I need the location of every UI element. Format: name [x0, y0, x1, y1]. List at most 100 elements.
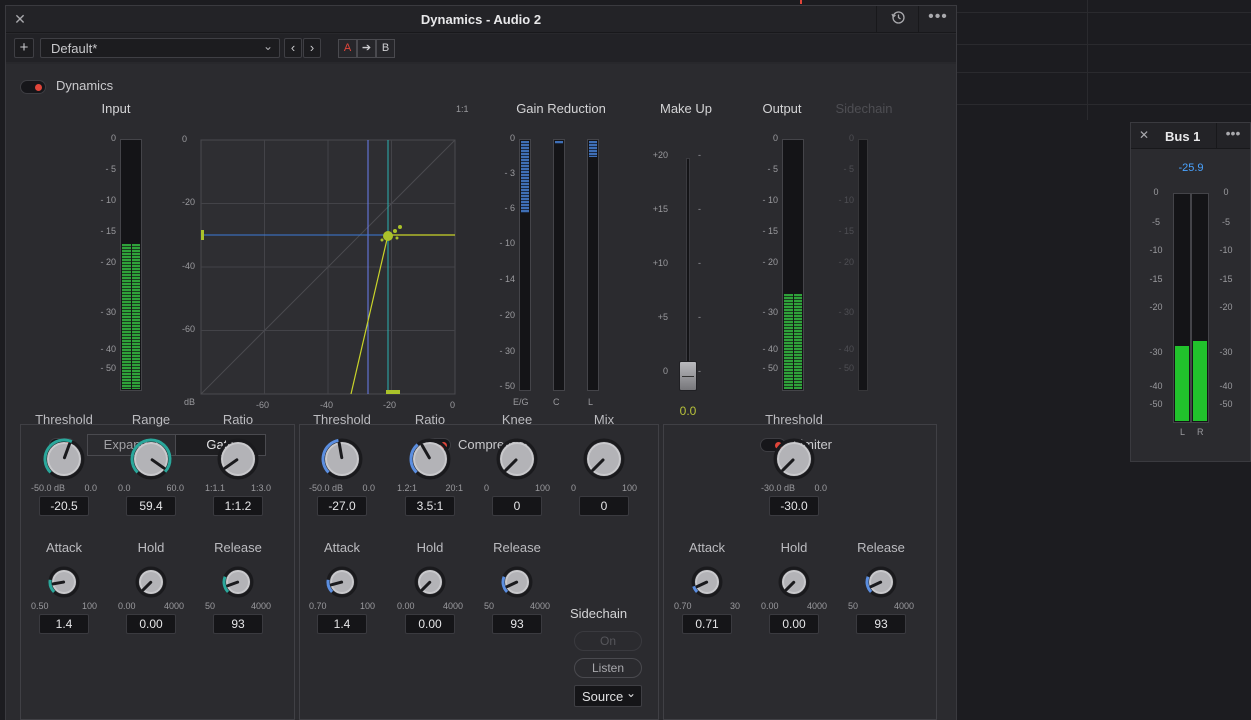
compare-b-button[interactable]: B — [376, 39, 395, 58]
preset-select[interactable]: Default* ⌄ — [40, 38, 280, 58]
comp-mix-value[interactable]: 0 — [579, 496, 629, 516]
lim-release-max: 4000 — [893, 601, 914, 611]
scale-tick: - 50 — [100, 363, 116, 373]
timeline-divider — [957, 44, 1251, 45]
gate-range-value[interactable]: 59.4 — [126, 496, 176, 516]
more-options-icon[interactable]: ••• — [1221, 125, 1245, 141]
sidechain-source-select[interactable]: Source ⌄ — [574, 685, 642, 707]
scale-tick: +15 — [652, 204, 668, 214]
comp-hold-knob[interactable] — [414, 566, 446, 598]
comp-release-max: 4000 — [529, 601, 550, 611]
output-header: Output — [762, 101, 802, 116]
make-up-slider-track — [686, 158, 690, 380]
scale-tick: - 40 — [762, 344, 778, 354]
lim-hold-knob[interactable] — [778, 566, 810, 598]
gate-threshold-value[interactable]: -20.5 — [39, 496, 89, 516]
lim-release-knob[interactable] — [865, 566, 897, 598]
previous-preset-button[interactable]: ‹ — [284, 38, 302, 58]
comp-attack-value[interactable]: 1.4 — [317, 614, 367, 634]
bus-scale-tick: 0 — [1153, 187, 1159, 197]
copy-a-to-b-icon[interactable]: ➔ — [357, 39, 376, 58]
comp-knee-knob[interactable] — [496, 438, 538, 480]
scale-tick: - 5 — [843, 164, 854, 174]
dynamics-window: ✕ Dynamics - Audio 2 ••• + Default* ⌄ ‹ … — [5, 5, 957, 720]
comp-mix-label: Mix — [593, 412, 615, 427]
comp-ratio-min: 1.2:1 — [397, 483, 418, 493]
scale-tick: - 30 — [499, 346, 515, 356]
lim-threshold-value[interactable]: -30.0 — [769, 496, 819, 516]
comp-mix-max: 100 — [621, 483, 637, 493]
sidechain-listen-button[interactable]: Listen — [574, 658, 642, 678]
close-icon[interactable]: ✕ — [1137, 128, 1151, 142]
gate-hold-max: 4000 — [163, 601, 184, 611]
lim-hold-value[interactable]: 0.00 — [769, 614, 819, 634]
history-icon[interactable] — [888, 10, 908, 28]
gate-hold-value[interactable]: 0.00 — [126, 614, 176, 634]
graph-y-tick: -40 — [182, 261, 196, 271]
more-options-icon[interactable]: ••• — [926, 8, 950, 26]
output-meter — [782, 139, 804, 391]
window-title: Dynamics - Audio 2 — [420, 12, 542, 27]
scale-tick: - 20 — [499, 310, 515, 320]
make-up-slider-handle[interactable] — [679, 361, 697, 391]
gate-ratio-label: Ratio — [222, 412, 254, 427]
gate-attack-value[interactable]: 1.4 — [39, 614, 89, 634]
bus-scale-tick: -40 — [1219, 381, 1233, 391]
comp-release-knob[interactable] — [501, 566, 533, 598]
scale-tick: - 10 — [499, 238, 515, 248]
scale-tick: 0 — [509, 133, 515, 143]
gr-label-l: L — [588, 397, 594, 407]
comp-hold-value[interactable]: 0.00 — [405, 614, 455, 634]
comp-threshold-label: Threshold — [313, 412, 371, 427]
bus-title: Bus 1 — [1165, 129, 1201, 144]
lim-attack-min: 0.70 — [674, 601, 692, 611]
gate-hold-min: 0.00 — [118, 601, 136, 611]
gate-threshold-knob[interactable] — [43, 438, 85, 480]
gate-threshold-min: -50.0 dB — [31, 483, 66, 493]
bus-scale-tick: -5 — [1221, 217, 1230, 227]
lim-attack-knob[interactable] — [691, 566, 723, 598]
comp-knee-max: 100 — [534, 483, 550, 493]
gate-hold-knob[interactable] — [135, 566, 167, 598]
gain-reduction-meter-eg — [519, 139, 531, 391]
gate-release-knob[interactable] — [222, 566, 254, 598]
sidechain-on-button[interactable]: On — [574, 631, 642, 651]
gate-release-value[interactable]: 93 — [213, 614, 263, 634]
gate-ratio-knob[interactable] — [217, 438, 259, 480]
next-preset-button[interactable]: › — [303, 38, 321, 58]
scale-tick: - 5 — [767, 164, 778, 174]
gate-range-max: 60.0 — [166, 483, 184, 493]
gate-hold-label: Hold — [137, 540, 165, 555]
comp-attack-knob[interactable] — [326, 566, 358, 598]
comp-ratio-value[interactable]: 3.5:1 — [405, 496, 455, 516]
chevron-down-icon: ⌄ — [625, 686, 636, 700]
comp-mix-knob[interactable] — [583, 438, 625, 480]
lim-threshold-min: -30.0 dB — [761, 483, 796, 493]
comp-release-min: 50 — [484, 601, 495, 611]
gate-attack-min: 0.50 — [31, 601, 49, 611]
gate-attack-knob[interactable] — [48, 566, 80, 598]
scale-tick: +20 — [652, 150, 668, 160]
scale-tick: - 40 — [100, 344, 116, 354]
gate-ratio-value[interactable]: 1:1.2 — [213, 496, 263, 516]
scale-tick: - 50 — [838, 363, 854, 373]
scale-tick: - 3 — [504, 168, 515, 178]
scale-dash: - — [698, 204, 701, 214]
lim-release-value[interactable]: 93 — [856, 614, 906, 634]
compare-a-button[interactable]: A — [338, 39, 357, 58]
comp-attack-min: 0.70 — [309, 601, 327, 611]
lim-attack-value[interactable]: 0.71 — [682, 614, 732, 634]
comp-ratio-knob[interactable] — [409, 438, 451, 480]
lim-threshold-knob[interactable] — [773, 438, 815, 480]
comp-threshold-value[interactable]: -27.0 — [317, 496, 367, 516]
add-preset-button[interactable]: + — [14, 38, 34, 58]
dynamics-toggle[interactable] — [20, 80, 46, 94]
scale-tick: - 30 — [100, 307, 116, 317]
comp-threshold-max: 0.0 — [362, 483, 375, 493]
comp-knee-value[interactable]: 0 — [492, 496, 542, 516]
gate-threshold-label: Threshold — [35, 412, 93, 427]
gate-range-knob[interactable] — [130, 438, 172, 480]
comp-threshold-knob[interactable] — [321, 438, 363, 480]
bus-channel-l: L — [1180, 427, 1186, 437]
comp-release-value[interactable]: 93 — [492, 614, 542, 634]
